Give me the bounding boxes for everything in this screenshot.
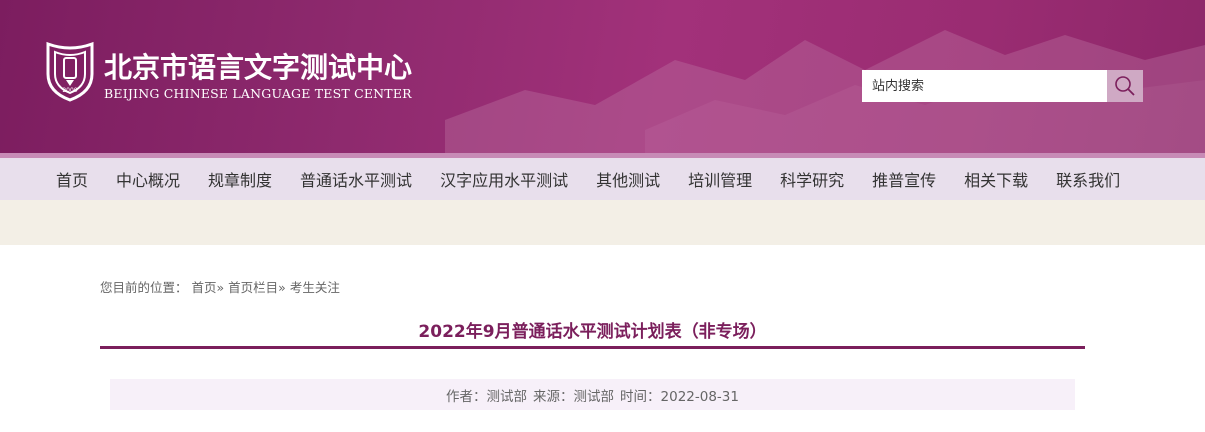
breadcrumb-separator: » — [278, 280, 286, 295]
nav-item-contact[interactable]: 联系我们 — [1056, 167, 1120, 191]
breadcrumb: 您目前的位置： 首页» 首页栏目» 考生关注 — [100, 277, 340, 296]
site-search — [862, 70, 1143, 102]
nav-item-about[interactable]: 中心概况 — [116, 167, 180, 191]
breadcrumb-section[interactable]: 首页栏目 — [228, 280, 278, 295]
article-meta: 作者：测试部 来源：测试部 时间：2022-08-31 — [110, 379, 1075, 410]
header-banner: 2000 北京市语言文字测试中心 BEIJING CHINESE LANGUAG… — [0, 0, 1205, 153]
nav-item-hanzi-test[interactable]: 汉字应用水平测试 — [440, 167, 568, 191]
nav-item-research[interactable]: 科学研究 — [780, 167, 844, 191]
article-time: 时间：2022-08-31 — [620, 388, 739, 405]
breadcrumb-current[interactable]: 考生关注 — [290, 280, 340, 295]
main-nav: 首页 中心概况 规章制度 普通话水平测试 汉字应用水平测试 其他测试 培训管理 … — [0, 158, 1205, 200]
nav-item-putonghua-test[interactable]: 普通话水平测试 — [300, 167, 412, 191]
nav-item-other-tests[interactable]: 其他测试 — [596, 167, 660, 191]
nav-item-home[interactable]: 首页 — [56, 167, 88, 191]
search-input[interactable] — [862, 70, 1107, 102]
sub-banner-band — [0, 200, 1205, 245]
nav-item-regulations[interactable]: 规章制度 — [208, 167, 272, 191]
nav-item-training[interactable]: 培训管理 — [688, 167, 752, 191]
article-source: 来源：测试部 — [533, 388, 615, 405]
shield-emblem-icon[interactable]: 2000 — [42, 40, 98, 102]
article-title: 2022年9月普通话水平测试计划表（非专场） — [418, 322, 767, 342]
search-button[interactable] — [1107, 70, 1143, 102]
breadcrumb-separator: » — [216, 280, 225, 295]
org-name-en[interactable]: BEIJING CHINESE LANGUAGE TEST CENTER — [104, 86, 412, 101]
nav-item-downloads[interactable]: 相关下载 — [964, 167, 1028, 191]
breadcrumb-prefix: 您目前的位置： — [100, 280, 188, 295]
svg-text:2000: 2000 — [62, 87, 77, 94]
search-icon — [1115, 76, 1135, 96]
title-divider — [100, 346, 1085, 349]
breadcrumb-home[interactable]: 首页 — [192, 280, 217, 295]
article-area: 您目前的位置： 首页» 首页栏目» 考生关注 2022年9月普通话水平测试计划表… — [0, 245, 1205, 432]
article-author: 作者：测试部 — [446, 388, 528, 405]
org-name-cn[interactable]: 北京市语言文字测试中心 — [104, 46, 412, 86]
nav-item-promotion[interactable]: 推普宣传 — [872, 167, 936, 191]
